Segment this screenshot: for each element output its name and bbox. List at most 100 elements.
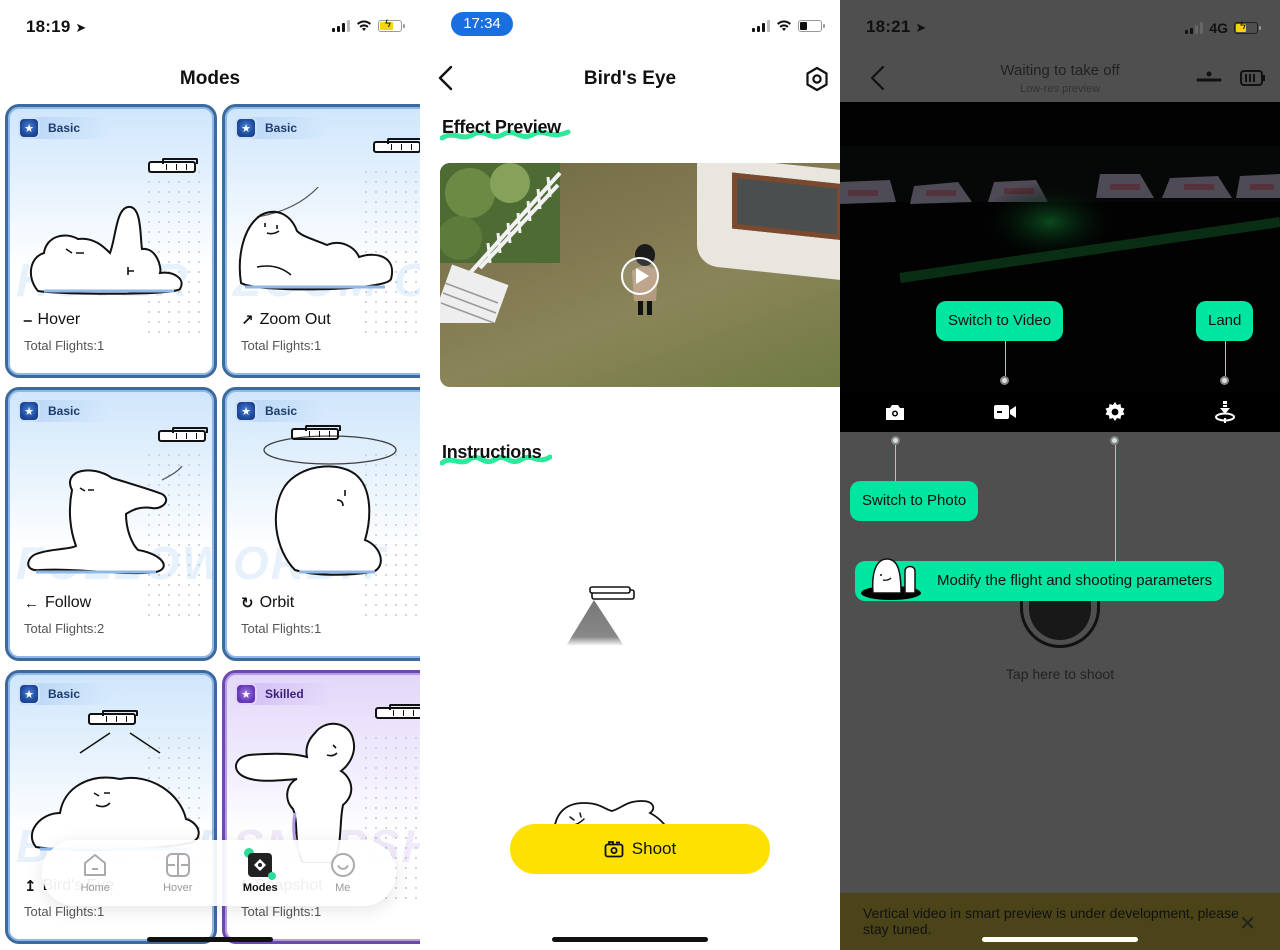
battery-icon: ϟ — [378, 18, 405, 32]
land-button[interactable] — [1213, 400, 1237, 424]
tap-to-shoot-hint: Tap here to shoot — [1005, 666, 1115, 682]
tooltip-connector — [1225, 341, 1226, 376]
shoot-button[interactable]: Shoot — [510, 824, 770, 874]
home-indicator — [982, 937, 1138, 942]
wifi-icon — [357, 20, 371, 31]
tooltip-anchor-dot — [1220, 376, 1229, 385]
wifi-icon — [777, 20, 791, 31]
level-label: Basic — [265, 404, 298, 418]
effect-preview-heading: Effect Preview — [440, 117, 571, 141]
play-button[interactable] — [621, 257, 659, 295]
tooltip-land: Land — [1196, 301, 1254, 341]
camera-screen: 18:21 ➤ 4G ϟ Waiting to take off Low-res… — [840, 0, 1280, 950]
basic-level-icon: ★ — [235, 117, 257, 139]
notice-text: Vertical video in smart preview is under… — [863, 905, 1239, 937]
smiley-icon — [330, 852, 356, 878]
tab-home[interactable]: Home — [60, 852, 130, 894]
status-icons: 4G ϟ — [1185, 20, 1261, 36]
camera-icon — [886, 405, 904, 420]
fence-image — [440, 163, 562, 323]
tooltip-modify-params: Modify the flight and shooting parameter… — [855, 558, 1225, 601]
video-camera-icon — [994, 405, 1016, 419]
tooltip-switch-to-photo: Switch to Photo — [850, 481, 979, 521]
tooltip-connector — [895, 445, 896, 481]
tab-bar: Home Hover Modes Me — [42, 840, 396, 906]
status-bar: 17:34 — [420, 0, 840, 54]
level-label: Basic — [48, 121, 81, 135]
status-icons: ϟ — [332, 18, 405, 32]
mode-name: ⎯ Hover — [24, 311, 81, 329]
status-bar: 18:21 ➤ 4G ϟ — [840, 0, 1280, 54]
tab-me[interactable]: Me — [308, 852, 378, 894]
level-label: Basic — [265, 121, 298, 135]
tooltip-switch-to-video: Switch to Video — [936, 301, 1064, 341]
photo-mode-button[interactable] — [883, 400, 907, 424]
mode-name: ↻ Orbit — [241, 594, 295, 612]
location-arrow-icon: ➤ — [915, 20, 927, 35]
camera-preview[interactable] — [840, 102, 1280, 392]
drone-battery-icon — [1240, 70, 1265, 86]
character-illustration — [29, 206, 183, 295]
instruction-animation — [566, 586, 635, 646]
total-flights: Total Flights:1 — [241, 621, 322, 636]
orbit-icon: ↻ — [241, 595, 254, 612]
status-time: 18:21 ➤ — [866, 17, 927, 36]
level-label: Skilled — [265, 687, 304, 701]
home-icon — [82, 852, 108, 878]
hover-mode-icon[interactable] — [1196, 68, 1222, 86]
basic-level-icon: ★ — [18, 683, 40, 705]
tab-modes[interactable]: Modes — [225, 848, 295, 894]
video-mode-button[interactable] — [993, 400, 1017, 424]
home-indicator — [552, 937, 708, 942]
settings-button[interactable] — [1103, 400, 1127, 424]
tooltip-connector — [1005, 341, 1006, 376]
network-type: 4G — [1209, 20, 1228, 36]
mode-card-follow[interactable]: FOLLOW★Basic←FollowTotal Flights:2 — [5, 387, 217, 661]
battery-icon: ϟ — [1234, 20, 1261, 34]
tooltip-anchor-dot — [1110, 436, 1119, 445]
settings-icon[interactable] — [804, 66, 830, 92]
home-indicator — [147, 937, 273, 942]
level-badge: ★ Basic — [18, 400, 111, 422]
total-flights: Total Flights:1 — [24, 904, 105, 919]
mode-card-zoom-out[interactable]: ZOOM OUT★Basic↗Zoom OutTotal Flights:1 — [222, 104, 420, 378]
mode-name: ↗ Zoom Out — [241, 311, 331, 329]
total-flights: Total Flights:1 — [241, 338, 322, 353]
signal-icon — [752, 20, 770, 32]
page-title: Bird's Eye — [583, 68, 677, 89]
instructions-heading: Instructions — [440, 442, 552, 466]
effect-preview-video[interactable] — [440, 163, 840, 387]
trailer-image — [697, 163, 840, 282]
drone-icon — [158, 427, 208, 442]
birds-eye-icon: ↥ — [24, 878, 37, 895]
mode-card-hover[interactable]: HOVER★Basic⎯HoverTotal Flights:1 — [5, 104, 217, 378]
mascot-icon — [861, 558, 921, 600]
follow-icon: ← — [24, 594, 39, 612]
mode-card-orbit[interactable]: ORBIT★Basic↻OrbitTotal Flights:1 — [222, 387, 420, 661]
status-bar: 18:19 ➤ ϟ — [0, 0, 420, 54]
skilled-level-icon: ★ — [235, 683, 257, 705]
status-time: 17:34 — [451, 12, 513, 36]
mode-name: ← Follow — [24, 594, 92, 612]
modes-icon — [244, 848, 277, 880]
level-label: Basic — [48, 687, 81, 701]
land-icon — [1215, 401, 1235, 423]
hover-icon: ⎯ — [24, 311, 32, 329]
level-badge: ★ Skilled — [235, 683, 334, 705]
hover-tab-icon — [165, 852, 191, 878]
basic-level-icon: ★ — [18, 117, 40, 139]
tab-hover[interactable]: Hover — [143, 852, 213, 894]
drone-icon — [373, 138, 420, 153]
page-title: Modes — [179, 68, 241, 89]
level-badge: ★ Basic — [235, 400, 328, 422]
level-badge: ★ Basic — [18, 683, 111, 705]
signal-icon — [332, 20, 350, 32]
birds-eye-screen: 17:34 Bird's Eye Effect Preview Instruct… — [420, 0, 840, 950]
level-badge: ★ Basic — [18, 117, 111, 139]
close-icon[interactable]: ✕ — [1239, 911, 1256, 936]
basic-level-icon: ★ — [18, 400, 40, 422]
tooltip-connector — [1115, 445, 1116, 561]
total-flights: Total Flights:2 — [24, 621, 105, 636]
signal-icon — [1185, 22, 1204, 34]
gear-icon — [1105, 402, 1125, 421]
